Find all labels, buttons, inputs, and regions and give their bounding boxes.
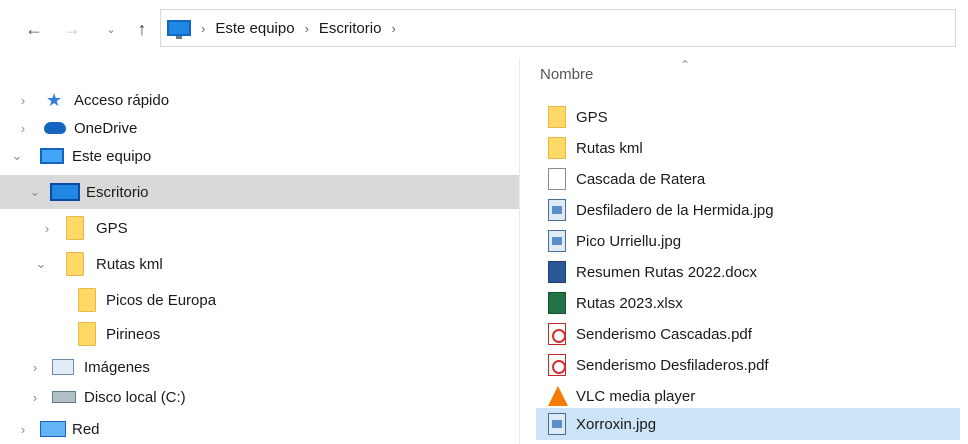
chevron-down-icon[interactable]: ⌄: [28, 184, 42, 200]
disk-icon: [52, 391, 76, 403]
folder-icon: [66, 216, 84, 240]
tree-item-escritorio[interactable]: ⌄ Escritorio: [0, 175, 520, 209]
tree-item-label: Red: [72, 420, 100, 438]
tree-item-pirineos[interactable]: Pirineos: [0, 318, 520, 350]
tree-item-label: Disco local (C:): [84, 388, 186, 406]
file-name: Rutas kml: [576, 139, 643, 157]
file-row-gps[interactable]: GPS: [536, 102, 960, 132]
file-name: Senderismo Cascadas.pdf: [576, 325, 752, 343]
file-row-cascada-de-ratera[interactable]: Cascada de Ratera: [536, 164, 960, 194]
address-bar[interactable]: › Este equipo › Escritorio ›: [160, 9, 956, 47]
tree-item-onedrive[interactable]: › OneDrive: [0, 114, 520, 142]
tree-item-label: OneDrive: [74, 119, 138, 137]
arrow-left-icon: ←: [25, 18, 43, 39]
pdf-file-icon: [548, 354, 566, 376]
chevron-down-icon[interactable]: ⌄: [34, 256, 48, 272]
breadcrumb-este-equipo[interactable]: Este equipo: [215, 20, 294, 37]
chevron-right-icon[interactable]: ›: [28, 360, 42, 375]
file-name: Desfiladero de la Hermida.jpg: [576, 201, 774, 219]
tree-item-rutas-kml[interactable]: ⌄ Rutas kml: [0, 248, 520, 280]
star-icon: ★: [46, 90, 63, 110]
file-name: VLC media player: [576, 387, 696, 405]
tree-item-label: Picos de Europa: [106, 291, 217, 309]
tree-item-label: Rutas kml: [96, 255, 163, 273]
recent-locations-button[interactable]: ⌄: [99, 17, 123, 41]
file-name: Resumen Rutas 2022.docx: [576, 263, 757, 281]
file-name: Cascada de Ratera: [576, 170, 706, 188]
vlc-cone-icon: [548, 386, 568, 406]
file-row-xorroxin[interactable]: Xorroxin.jpg: [536, 408, 960, 440]
file-row-desfiladero-de-la-hermida[interactable]: Desfiladero de la Hermida.jpg: [536, 195, 960, 225]
desktop-icon: [50, 183, 80, 201]
image-file-icon: [548, 199, 566, 221]
tree-item-label: GPS: [96, 219, 128, 237]
file-list-pane: ⌃ Nombre GPS Rutas kml Cascada de Ratera…: [520, 58, 968, 444]
folder-icon: [78, 288, 96, 312]
breadcrumb-separator[interactable]: ›: [305, 21, 309, 36]
breadcrumb-separator[interactable]: ›: [391, 21, 395, 36]
tree-item-label: Escritorio: [86, 183, 149, 201]
tree-item-label: Pirineos: [106, 325, 161, 343]
navigation-pane: › ★ Acceso rápido › OneDrive ⌄ Este equi…: [0, 58, 520, 444]
pictures-icon: [52, 359, 74, 375]
tree-item-label: Este equipo: [72, 147, 152, 165]
folder-icon: [548, 106, 566, 128]
computer-icon: [40, 148, 64, 164]
back-button[interactable]: ←: [22, 17, 46, 41]
tree-item-disco-local[interactable]: › Disco local (C:): [0, 382, 520, 412]
tree-item-label: Imágenes: [84, 358, 150, 376]
up-button[interactable]: ↑: [130, 17, 154, 41]
file-name: Pico Urriellu.jpg: [576, 232, 682, 250]
tree-item-label: Acceso rápido: [74, 91, 170, 109]
image-file-icon: [548, 413, 566, 435]
excel-spreadsheet-icon: [548, 292, 566, 314]
file-row-senderismo-cascadas[interactable]: Senderismo Cascadas.pdf: [536, 319, 960, 349]
navigation-bar: ← → ⌄ ↑ › Este equipo › Escritorio ›: [0, 0, 968, 58]
file-name: Rutas 2023.xlsx: [576, 294, 683, 312]
column-header-nombre[interactable]: Nombre: [540, 66, 593, 83]
file-name: GPS: [576, 108, 608, 126]
cloud-icon: [44, 122, 66, 134]
chevron-down-icon: ⌄: [106, 23, 116, 36]
file-name: Xorroxin.jpg: [576, 415, 657, 433]
chevron-right-icon[interactable]: ›: [16, 93, 30, 108]
file-row-vlc-media-player[interactable]: VLC media player: [536, 381, 960, 411]
file-row-resumen-rutas-2022[interactable]: Resumen Rutas 2022.docx: [536, 257, 960, 287]
chevron-right-icon[interactable]: ›: [16, 121, 30, 136]
tree-item-imagenes[interactable]: › Imágenes: [0, 352, 520, 382]
word-document-icon: [548, 261, 566, 283]
arrow-up-icon: ↑: [137, 18, 147, 39]
file-row-rutas-kml[interactable]: Rutas kml: [536, 133, 960, 163]
chevron-down-icon[interactable]: ⌄: [10, 148, 24, 164]
tree-item-este-equipo[interactable]: ⌄ Este equipo: [0, 142, 520, 170]
pdf-file-icon: [548, 323, 566, 345]
file-row-rutas-2023[interactable]: Rutas 2023.xlsx: [536, 288, 960, 318]
breadcrumb-escritorio[interactable]: Escritorio: [319, 20, 382, 37]
tree-item-red[interactable]: › Red: [0, 414, 520, 444]
chevron-right-icon[interactable]: ›: [40, 221, 54, 236]
tree-item-gps[interactable]: › GPS: [0, 212, 520, 244]
blank-file-icon: [548, 168, 566, 190]
arrow-right-icon: →: [63, 18, 81, 39]
folder-icon: [548, 137, 566, 159]
breadcrumb-separator[interactable]: ›: [201, 21, 205, 36]
computer-icon: [167, 20, 191, 39]
file-name: Senderismo Desfiladeros.pdf: [576, 356, 769, 374]
folder-icon: [78, 322, 96, 346]
file-row-pico-urriellu[interactable]: Pico Urriellu.jpg: [536, 226, 960, 256]
tree-item-acceso-rapido[interactable]: › ★ Acceso rápido: [0, 86, 520, 114]
chevron-right-icon[interactable]: ›: [28, 390, 42, 405]
file-row-senderismo-desfiladeros[interactable]: Senderismo Desfiladeros.pdf: [536, 350, 960, 380]
chevron-right-icon[interactable]: ›: [16, 422, 30, 437]
forward-button[interactable]: →: [60, 17, 84, 41]
image-file-icon: [548, 230, 566, 252]
tree-item-picos-de-europa[interactable]: Picos de Europa: [0, 284, 520, 316]
folder-icon: [66, 252, 84, 276]
sort-ascending-icon: ⌃: [680, 58, 691, 72]
network-icon: [40, 421, 66, 437]
